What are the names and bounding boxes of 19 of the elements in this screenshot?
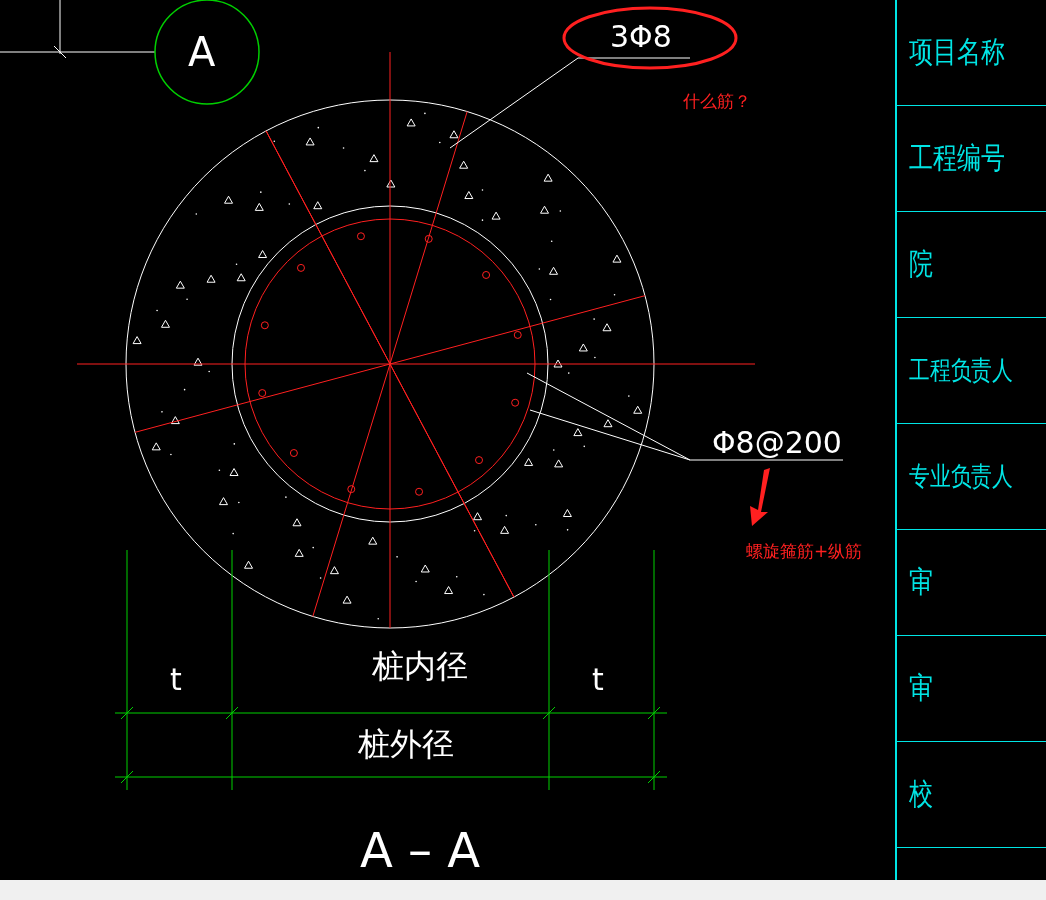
- title-block-label: 项目名称: [909, 33, 1006, 71]
- rebar-label: 3Φ8: [610, 22, 672, 52]
- title-block-label: 校: [909, 775, 934, 813]
- title-block-label: 审: [909, 669, 934, 707]
- title-block-label: 审: [909, 563, 934, 601]
- question-note: 什么筋？: [683, 93, 751, 110]
- title-block-label: 院: [909, 245, 934, 283]
- dimension-label: 桩内径: [372, 650, 468, 682]
- dimension-label: t: [170, 665, 182, 695]
- rebar-label: Φ8@200: [712, 428, 842, 458]
- title-block-label: 工程编号: [909, 139, 1006, 177]
- dimension-label: 桩外径: [358, 728, 454, 760]
- dimension-label: t: [592, 665, 604, 695]
- answer-note: 螺旋箍筋+纵筋: [746, 543, 863, 560]
- pointer-arrow: [750, 468, 770, 526]
- axis-marker-label: A: [188, 32, 216, 72]
- title-block-label: 工程负责人: [909, 354, 1014, 387]
- section-title: A – A: [360, 826, 481, 874]
- title-block-label: 专业负责人: [909, 460, 1014, 493]
